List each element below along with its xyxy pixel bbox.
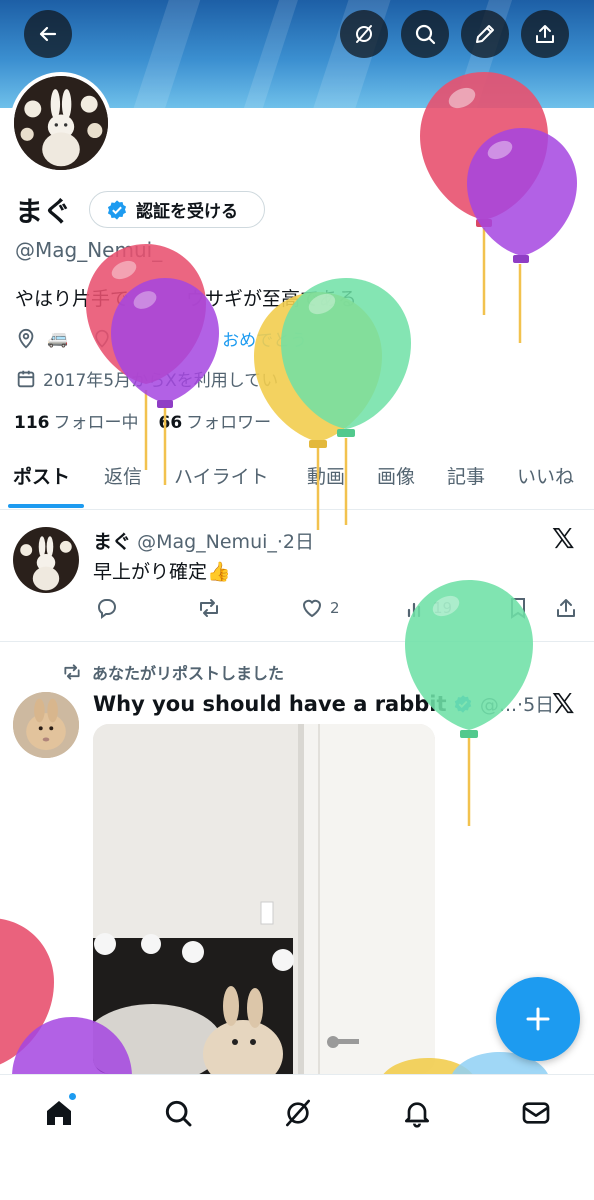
post-avatar[interactable] — [13, 692, 79, 758]
bookmark-icon — [511, 598, 525, 619]
balloon-icon — [467, 128, 577, 343]
calendar-icon — [17, 370, 35, 387]
tab-likes[interactable]: いいね — [517, 462, 574, 489]
rabbit-avatar-image — [13, 527, 79, 593]
joined-date: 2017年5月からXを利用してい — [43, 371, 279, 391]
edit-icon — [476, 25, 494, 43]
repost-icon — [200, 599, 218, 617]
post-author-handle: @Mag_Nemui_ — [137, 531, 277, 553]
view-count: 19 — [433, 599, 453, 617]
tab-articles[interactable]: 記事 — [447, 462, 485, 489]
location-text: 🚐 — [47, 328, 69, 349]
followers-label: フォロワー — [186, 413, 272, 433]
messages-icon — [522, 1102, 550, 1124]
post-time: ·2日 — [276, 531, 315, 553]
x-logo-icon: 𝕏 — [552, 522, 575, 555]
share-button[interactable] — [521, 10, 569, 58]
grok-icon — [356, 25, 372, 43]
profile-tabs: ポスト 返信 ハイライト 動画 画像 記事 いいね — [0, 452, 594, 510]
tab-videos[interactable]: 動画 — [307, 462, 345, 489]
rabbit-avatar-image — [14, 76, 108, 170]
post-header: まぐ @Mag_Nemui_·2日 — [93, 527, 314, 554]
post-divider — [0, 641, 594, 642]
post-video[interactable] — [93, 724, 435, 1074]
like-button[interactable]: 2 — [300, 596, 340, 620]
nav-home[interactable] — [39, 1092, 79, 1133]
balloon-icon — [420, 72, 548, 315]
search-icon — [165, 1100, 192, 1127]
follow-counts: 116 フォロー中 66 フォロワー — [14, 408, 271, 433]
heart-icon — [302, 599, 322, 618]
get-verified-button[interactable]: 認証を受ける — [89, 191, 265, 228]
grok-icon — [286, 1099, 310, 1127]
post-header: Why you should have a rabbit @...·5日 — [93, 690, 554, 717]
post-author-name[interactable]: まぐ — [93, 531, 131, 553]
post-author-handle: @... — [479, 694, 518, 716]
nav-messages[interactable] — [516, 1093, 556, 1133]
repost-label: あなたがリポストしました — [92, 664, 285, 683]
following-link[interactable]: 116 フォロー中 — [14, 408, 139, 433]
following-label: フォロー中 — [53, 413, 139, 433]
share-icon — [557, 599, 575, 617]
active-tab-indicator — [8, 504, 84, 508]
location-icon — [18, 328, 34, 349]
profile-link[interactable]: おめでとう — [222, 326, 307, 351]
following-count: 116 — [14, 413, 50, 433]
views-button[interactable]: 19 — [403, 596, 452, 620]
profile-avatar[interactable] — [10, 72, 112, 174]
tab-replies[interactable]: 返信 — [104, 462, 142, 489]
share-post-button[interactable] — [554, 596, 578, 620]
get-verified-label: 認証を受ける — [136, 202, 238, 222]
edit-button[interactable] — [461, 10, 509, 58]
post-avatar[interactable] — [13, 527, 79, 593]
rabbit-photo-avatar — [13, 692, 79, 758]
post-text: 早上がり確定👍 — [93, 561, 231, 583]
balloon-icon — [0, 918, 54, 1065]
plus-icon — [526, 1007, 550, 1031]
notifications-icon — [405, 1102, 429, 1128]
verified-badge-icon — [454, 695, 472, 713]
profile-meta-joined: 2017年5月からXを利用してい — [15, 366, 278, 391]
profile-meta-location: 🚐 おめでとう — [15, 326, 307, 351]
profile-name: まぐ — [15, 195, 72, 228]
compose-post-button[interactable] — [496, 977, 580, 1061]
repost-icon — [64, 664, 80, 680]
profile-handle: @Mag_Nemui_ — [15, 238, 163, 262]
search-button[interactable] — [401, 10, 449, 58]
tab-highlights[interactable]: ハイライト — [174, 462, 269, 489]
x-logo-icon: 𝕏 — [552, 687, 575, 720]
like-count: 2 — [330, 599, 340, 617]
back-arrow-icon — [39, 26, 57, 42]
verified-badge-icon — [107, 199, 127, 220]
back-button[interactable] — [24, 10, 72, 58]
post-author-name[interactable]: Why you should have a rabbit — [93, 692, 447, 716]
nav-notifications[interactable] — [397, 1093, 437, 1133]
tab-images[interactable]: 画像 — [377, 462, 415, 489]
followers-link[interactable]: 66 フォロワー — [159, 408, 272, 433]
reply-button[interactable] — [95, 596, 119, 620]
share-icon — [536, 25, 554, 43]
search-icon — [415, 24, 436, 45]
grok-button[interactable] — [340, 10, 388, 58]
tab-posts[interactable]: ポスト — [13, 462, 70, 489]
nav-grok[interactable] — [278, 1093, 318, 1133]
profile-bio: やはり片手で ウサギが至高である — [15, 288, 357, 310]
views-icon — [407, 602, 421, 618]
home-icon — [47, 1101, 71, 1125]
link-icon — [95, 329, 109, 348]
bottom-navigation — [0, 1074, 594, 1200]
bookmark-button[interactable] — [506, 596, 530, 620]
post-time: ·5日 — [517, 694, 555, 716]
unread-dot — [68, 1092, 77, 1101]
rabbit-video-thumbnail — [93, 724, 435, 1074]
nav-search[interactable] — [158, 1093, 198, 1133]
followers-count: 66 — [158, 413, 183, 433]
repost-button[interactable] — [197, 596, 221, 620]
balloon-icon — [86, 244, 206, 470]
repost-indicator: あなたがリポストしました — [62, 660, 284, 684]
reply-icon — [98, 599, 116, 619]
